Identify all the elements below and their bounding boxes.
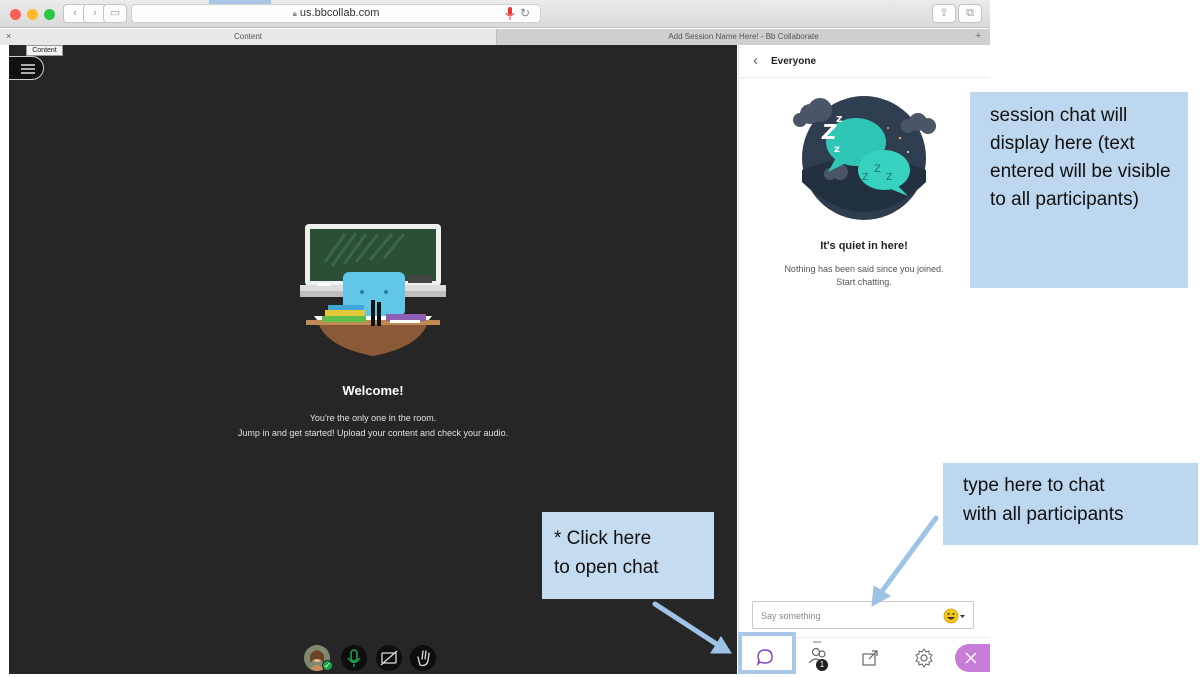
back-chevron-icon[interactable]: ‹ [753, 52, 758, 69]
chat-header: ‹ Everyone [738, 45, 990, 78]
svg-text:z: z [834, 144, 840, 155]
svg-text:z: z [862, 169, 868, 183]
drag-handle[interactable] [813, 641, 821, 643]
tab-session[interactable]: Add Session Name Here! - Bb Collaborate … [497, 29, 990, 45]
tab-label: Add Session Name Here! - Bb Collaborate [668, 32, 819, 41]
window-minimize-icon[interactable] [27, 9, 38, 20]
url-text: us.bbcollab.com [299, 7, 380, 19]
tabs-overview-icon[interactable]: ⧉ [958, 4, 982, 23]
tab-content[interactable]: × Content [0, 29, 497, 45]
reload-icon[interactable]: ↻ [520, 6, 530, 20]
close-panel-button[interactable] [955, 644, 990, 672]
svg-text:Z: Z [821, 120, 837, 144]
address-bar[interactable]: 🔒︎ us.bbcollab.com [131, 4, 541, 23]
empty-chat-subtitle: Nothing has been said since you joined. … [738, 263, 990, 289]
annotation-line: with all participants [963, 504, 1124, 525]
chat-channel-title: Everyone [771, 56, 817, 67]
annotation-line: type here to chat [963, 475, 1105, 496]
chat-message-input[interactable] [761, 609, 931, 623]
sleeping-chat-illustration: Z z z z z z [793, 96, 936, 220]
lock-icon: 🔒︎ [292, 9, 297, 18]
camera-button[interactable] [376, 645, 402, 671]
window-zoom-icon[interactable] [44, 9, 55, 20]
share-page-icon[interactable]: ⇪ [932, 4, 956, 23]
annotation-line: to open chat [554, 557, 659, 578]
mic-icon [347, 649, 361, 667]
chat-input-box[interactable] [752, 601, 974, 629]
svg-text:z: z [886, 169, 892, 183]
tab-label: Content [233, 32, 263, 41]
microphone-recording-icon[interactable] [505, 7, 515, 21]
status-check-icon: ✓ [322, 660, 333, 671]
annotation-type-here: type here to chat with all participants [943, 463, 1198, 545]
raise-hand-icon [417, 650, 430, 667]
content-tooltip: Content [26, 45, 63, 56]
empty-chat-line2: Start chatting. [836, 277, 892, 287]
new-tab-button[interactable]: + [975, 30, 981, 42]
camera-off-icon [380, 650, 398, 666]
annotation-session-chat: session chat will display here (text ent… [970, 92, 1188, 288]
session-menu-button[interactable] [9, 56, 44, 80]
chat-icon[interactable] [754, 646, 776, 668]
emoji-icon[interactable] [943, 608, 967, 624]
annotation-click-here: * Click here to open chat [542, 512, 714, 599]
sidebar-toggle-icon[interactable]: ▭ [103, 4, 127, 23]
close-icon [965, 652, 977, 664]
classroom-illustration [300, 224, 446, 356]
attendee-count-badge: 1 [816, 659, 828, 671]
welcome-message-line1: You're the only one in the room. [309, 413, 437, 423]
annotation-line: * Click here [554, 528, 652, 549]
menu-icon [21, 64, 35, 74]
svg-text:z: z [836, 112, 842, 125]
empty-chat-line1: Nothing has been said since you joined. [784, 264, 944, 274]
svg-text:z: z [874, 161, 881, 176]
settings-icon[interactable] [913, 647, 935, 669]
welcome-message-line2: Jump in and get started! Upload your con… [237, 428, 509, 438]
tab-bar: × Content Add Session Name Here! - Bb Co… [0, 29, 990, 45]
window-close-icon[interactable] [10, 9, 21, 20]
empty-chat-title: It's quiet in here! [820, 240, 908, 252]
raise-hand-button[interactable] [410, 645, 436, 671]
welcome-title: Welcome! [342, 383, 404, 398]
share-content-icon[interactable] [860, 648, 880, 668]
microphone-button[interactable] [341, 645, 367, 671]
